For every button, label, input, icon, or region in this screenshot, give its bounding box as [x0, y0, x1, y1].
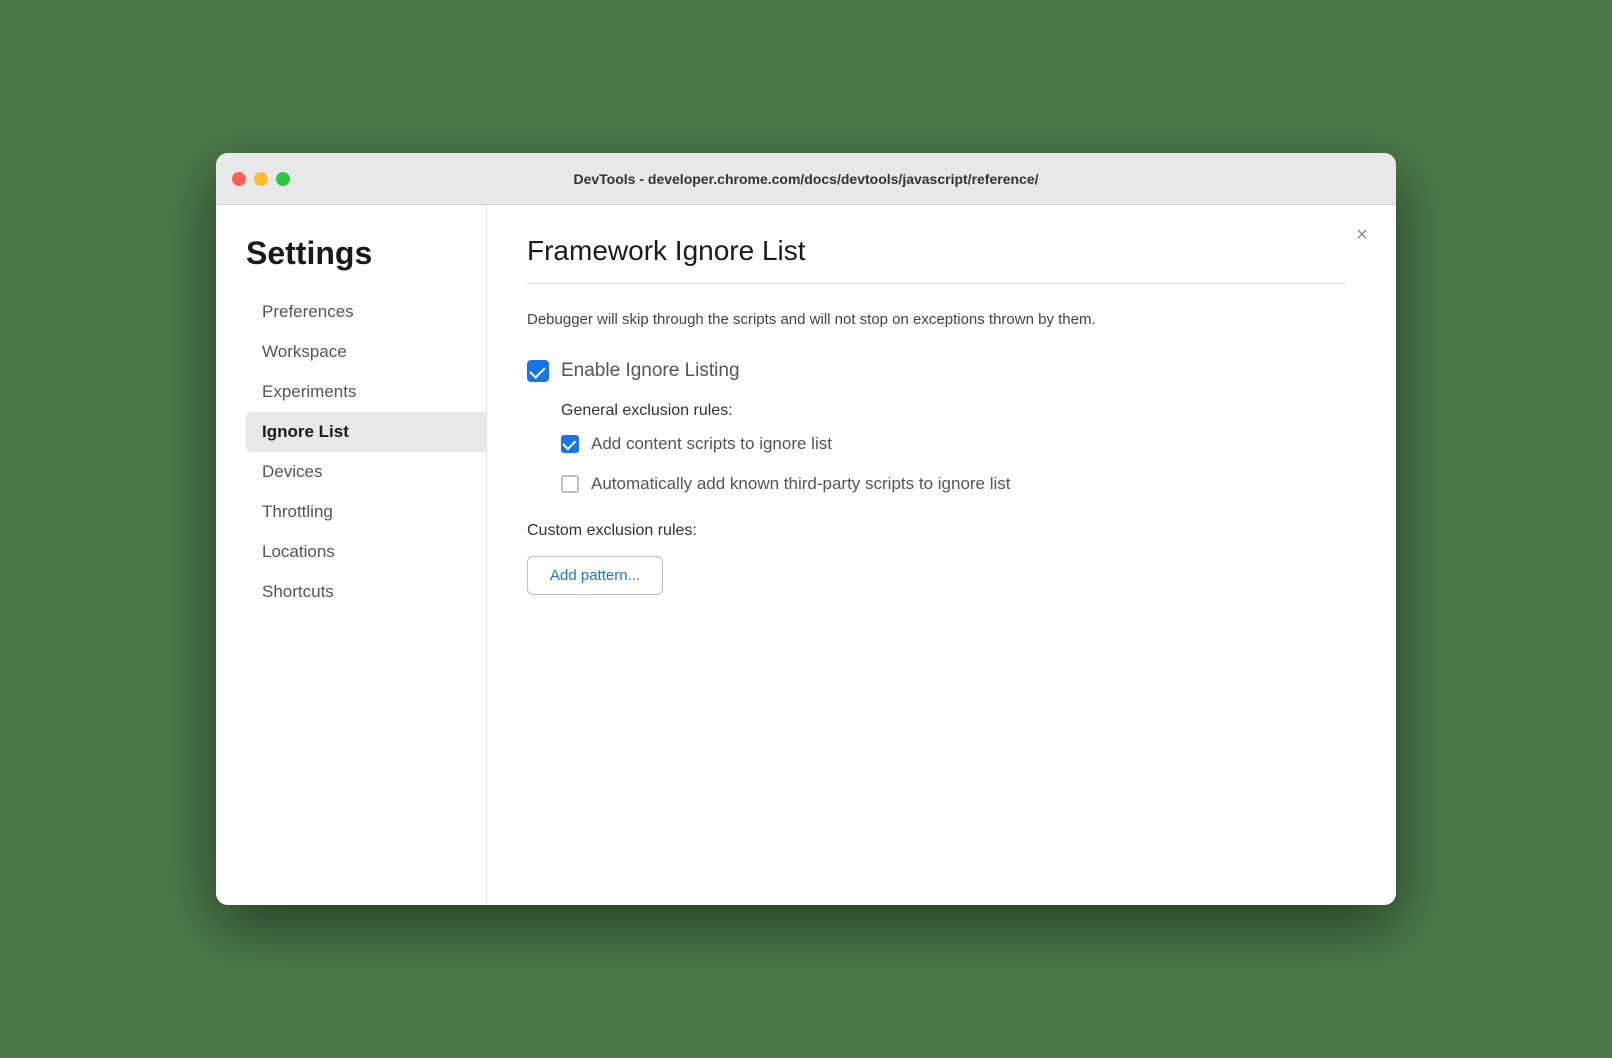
sidebar-item-workspace[interactable]: Workspace — [246, 332, 486, 372]
settings-container: Settings Preferences Workspace Experimen… — [216, 205, 1396, 905]
close-traffic-light[interactable] — [232, 172, 246, 186]
custom-exclusion-section: Custom exclusion rules: Add pattern... — [527, 522, 1346, 595]
general-exclusion-section: General exclusion rules: Add content scr… — [561, 402, 1346, 494]
browser-content: Settings Preferences Workspace Experimen… — [216, 205, 1396, 905]
traffic-lights — [232, 172, 290, 186]
sidebar-item-ignore-list[interactable]: Ignore List — [246, 412, 486, 452]
rule2-checkbox[interactable] — [561, 475, 579, 493]
add-pattern-button[interactable]: Add pattern... — [527, 556, 663, 595]
rule1-row: Add content scripts to ignore list — [561, 434, 1346, 454]
close-button[interactable]: × — [1348, 221, 1376, 249]
sidebar-item-devices[interactable]: Devices — [246, 452, 486, 492]
sidebar-heading: Settings — [246, 235, 486, 272]
rule2-row: Automatically add known third-party scri… — [561, 474, 1346, 494]
sidebar-nav: Preferences Workspace Experiments Ignore… — [246, 292, 486, 612]
title-bar: DevTools - developer.chrome.com/docs/dev… — [216, 153, 1396, 205]
sidebar-item-throttling[interactable]: Throttling — [246, 492, 486, 532]
maximize-traffic-light[interactable] — [276, 172, 290, 186]
main-content: × Framework Ignore List Debugger will sk… — [486, 205, 1396, 905]
rule2-label[interactable]: Automatically add known third-party scri… — [591, 474, 1011, 494]
sidebar-item-preferences[interactable]: Preferences — [246, 292, 486, 332]
section-title: Framework Ignore List — [527, 235, 1346, 267]
sidebar-item-shortcuts[interactable]: Shortcuts — [246, 572, 486, 612]
enable-ignore-listing-row: Enable Ignore Listing — [527, 360, 1346, 382]
enable-ignore-listing-label[interactable]: Enable Ignore Listing — [561, 360, 740, 382]
browser-title: DevTools - developer.chrome.com/docs/dev… — [573, 171, 1038, 187]
section-description: Debugger will skip through the scripts a… — [527, 308, 1307, 332]
section-divider — [527, 283, 1346, 284]
sidebar: Settings Preferences Workspace Experimen… — [216, 205, 486, 905]
custom-exclusion-title: Custom exclusion rules: — [527, 522, 1346, 540]
minimize-traffic-light[interactable] — [254, 172, 268, 186]
sidebar-item-locations[interactable]: Locations — [246, 532, 486, 572]
enable-ignore-listing-checkbox[interactable] — [527, 360, 549, 382]
rule1-label[interactable]: Add content scripts to ignore list — [591, 434, 832, 454]
general-exclusion-title: General exclusion rules: — [561, 402, 1346, 420]
browser-window: DevTools - developer.chrome.com/docs/dev… — [216, 153, 1396, 905]
rule1-checkbox[interactable] — [561, 435, 579, 453]
sidebar-item-experiments[interactable]: Experiments — [246, 372, 486, 412]
